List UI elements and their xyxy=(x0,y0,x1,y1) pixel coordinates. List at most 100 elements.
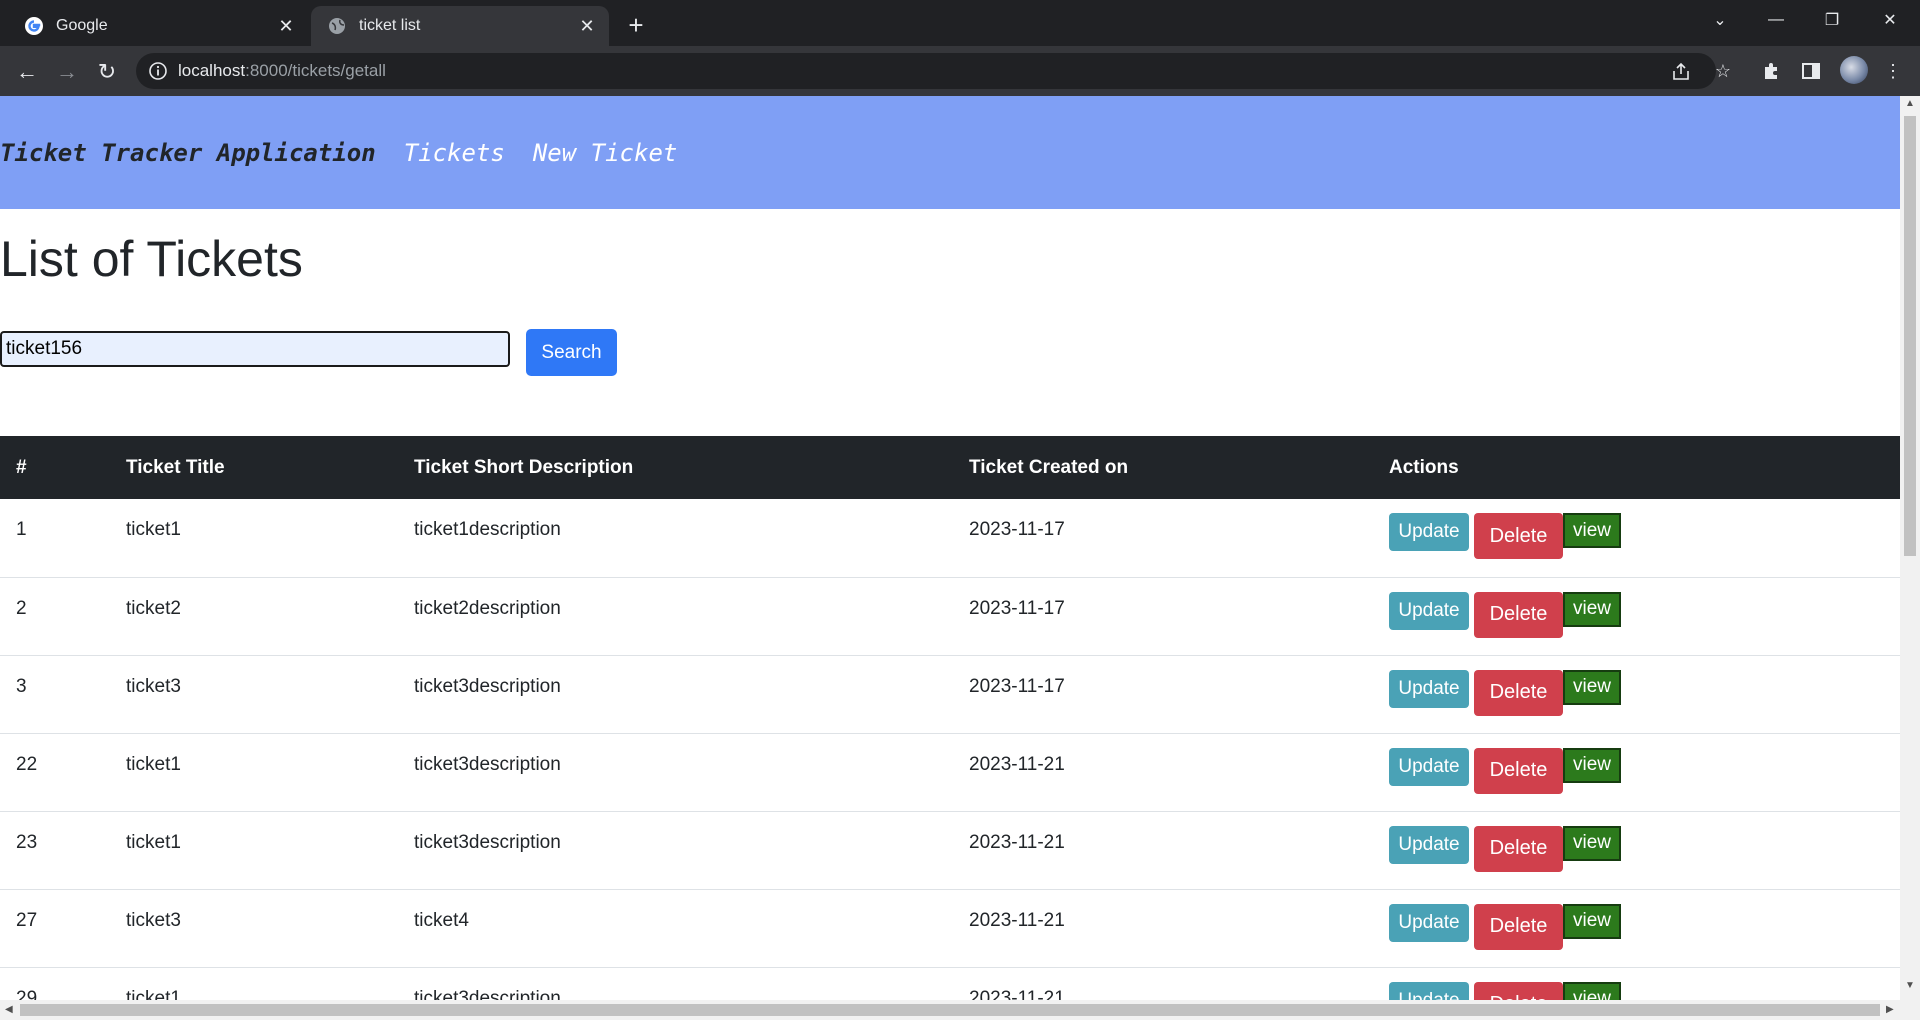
ticket-id-cell: 3 xyxy=(0,655,110,734)
scroll-thumb[interactable] xyxy=(1904,116,1916,556)
view-button[interactable]: view xyxy=(1563,825,1621,861)
forward-icon[interactable]: → xyxy=(50,55,84,89)
delete-button[interactable]: Delete xyxy=(1474,591,1563,638)
ticket-description-cell: ticket1description xyxy=(398,499,953,578)
delete-button[interactable]: Delete xyxy=(1474,747,1563,794)
scroll-left-icon[interactable]: ◀ xyxy=(5,1004,13,1015)
url-path: :8000/tickets/getall xyxy=(245,61,386,80)
new-tab-icon[interactable]: + xyxy=(620,9,652,41)
side-panel-icon[interactable] xyxy=(1798,58,1824,84)
ticket-id-cell: 1 xyxy=(0,499,110,578)
actions-cell: UpdateDeleteview xyxy=(1373,889,1900,968)
table-row: 27 ticket3 ticket4 2023-11-21 Update Delete vi… xyxy=(0,889,1900,968)
search-button[interactable]: Search xyxy=(526,329,617,376)
update-button[interactable]: Update xyxy=(1389,981,1469,1000)
view-button[interactable]: view xyxy=(1563,747,1621,783)
actions-cell: Update Deleteview xyxy=(1373,967,1900,1000)
ticket-title-cell: ticket1 xyxy=(110,499,398,578)
minimize-icon[interactable]: — xyxy=(1748,0,1804,40)
update-button[interactable]: Update xyxy=(1389,825,1469,864)
table-row: 23 ticket1 ticket3description 2023-11-21 Upd… xyxy=(0,811,1900,890)
row-actions: UpdateDeleteview xyxy=(1389,591,1900,638)
ticket-title-cell: ticket3 xyxy=(110,655,398,734)
delete-button[interactable]: Delete xyxy=(1474,825,1563,872)
search-input[interactable] xyxy=(0,331,510,367)
scroll-thumb[interactable] xyxy=(20,1004,1880,1016)
update-button[interactable]: Update xyxy=(1389,903,1469,942)
update-button[interactable]: Update xyxy=(1389,669,1469,708)
row-actions: Update Deleteview xyxy=(1389,981,1900,1000)
ticket-created-cell: 2023-11-17 xyxy=(953,499,1373,578)
view-button[interactable]: view xyxy=(1563,513,1621,548)
url-host: localhost xyxy=(178,61,246,80)
table-row: 2 ticket2 ticket2description 2023-11-17 Upda… xyxy=(0,577,1900,656)
ticket-id-cell: 22 xyxy=(0,733,110,812)
back-icon[interactable]: ← xyxy=(10,55,44,89)
actions-cell: UpdateDeleteview xyxy=(1373,811,1900,890)
delete-button[interactable]: Delete xyxy=(1474,669,1563,716)
update-button[interactable]: Update xyxy=(1389,747,1469,786)
extensions-icon[interactable] xyxy=(1758,58,1784,84)
address-bar[interactable]: localhost:8000/tickets/getall xyxy=(136,53,1716,89)
delete-button[interactable]: Delete xyxy=(1474,513,1563,559)
url-text: localhost:8000/tickets/getall xyxy=(178,61,386,81)
view-button[interactable]: view xyxy=(1563,591,1621,627)
table-header-row: # Ticket Title Ticket Short Description … xyxy=(0,436,1900,499)
share-icon[interactable] xyxy=(1670,61,1692,83)
browser-tab-strip: Google ✕ ticket list ✕ + ⌄ — ❐ ✕ xyxy=(0,0,1920,46)
view-button[interactable]: view xyxy=(1563,669,1621,705)
window-close-icon[interactable]: ✕ xyxy=(1862,0,1918,40)
close-icon[interactable]: ✕ xyxy=(573,12,601,40)
ticket-description-cell: ticket4 xyxy=(398,889,953,968)
bookmark-star-icon[interactable]: ☆ xyxy=(1710,58,1736,84)
profile-avatar[interactable] xyxy=(1840,56,1868,84)
table-row: 3 ticket3 ticket3description 2023-11-17 Upda… xyxy=(0,655,1900,734)
update-button[interactable]: Update xyxy=(1389,591,1469,630)
scroll-right-icon[interactable]: ▶ xyxy=(1886,1004,1894,1015)
ticket-id-cell: 27 xyxy=(0,889,110,968)
nav-link-tickets[interactable]: Tickets xyxy=(404,139,505,167)
info-icon[interactable] xyxy=(148,61,168,81)
google-icon xyxy=(24,16,44,36)
page-title: List of Tickets xyxy=(0,231,303,287)
scroll-up-icon[interactable]: ▲ xyxy=(1905,98,1915,109)
ticket-created-cell: 2023-11-21 xyxy=(953,889,1373,968)
reload-icon[interactable]: ↻ xyxy=(90,55,124,89)
ticket-created-cell: 2023-11-17 xyxy=(953,655,1373,734)
nav-link-new-ticket[interactable]: New Ticket xyxy=(533,139,678,167)
view-button[interactable]: view xyxy=(1563,903,1621,939)
actions-cell: UpdateDeleteview xyxy=(1373,655,1900,734)
tab-search-icon[interactable]: ⌄ xyxy=(1692,0,1748,40)
ticket-id-cell: 29 xyxy=(0,967,110,1000)
table-row: 29 ticket1 ticket3description 2023-11-21 Upd… xyxy=(0,967,1900,1000)
ticket-title-cell: ticket1 xyxy=(110,811,398,890)
ticket-created-cell: 2023-11-21 xyxy=(953,811,1373,890)
page-viewport: Ticket Tracker Application Tickets New T… xyxy=(0,96,1900,1000)
ticket-title-cell: ticket1 xyxy=(110,967,398,1000)
menu-kebab-icon[interactable]: ⋮ xyxy=(1880,58,1906,84)
restore-icon[interactable]: ❐ xyxy=(1804,0,1860,40)
delete-button[interactable]: Delete xyxy=(1474,903,1563,950)
app-brand[interactable]: Ticket Tracker Application xyxy=(0,139,376,167)
table-row: 1 ticket1 ticket1description 2023-11-17 Upda… xyxy=(0,499,1900,578)
close-icon[interactable]: ✕ xyxy=(272,12,300,40)
row-actions: UpdateDeleteview xyxy=(1389,825,1900,872)
horizontal-scrollbar[interactable]: ◀ ▶ xyxy=(0,1000,1920,1020)
globe-icon xyxy=(327,16,347,36)
column-header: Actions xyxy=(1389,456,1459,478)
app-navbar: Ticket Tracker Application Tickets New T… xyxy=(0,96,1900,209)
tab-ticket-list[interactable]: ticket list ✕ xyxy=(311,6,609,46)
ticket-description-cell: ticket3description xyxy=(398,733,953,812)
scroll-down-icon[interactable]: ▼ xyxy=(1905,980,1915,991)
ticket-title-cell: ticket1 xyxy=(110,733,398,812)
ticket-created-cell: 2023-11-21 xyxy=(953,967,1373,1000)
tab-google[interactable]: Google ✕ xyxy=(8,6,308,46)
row-actions: UpdateDeleteview xyxy=(1389,669,1900,716)
vertical-scrollbar[interactable]: ▲ ▼ xyxy=(1900,96,1920,1000)
column-header: Ticket Created on xyxy=(969,456,1129,478)
ticket-created-cell: 2023-11-21 xyxy=(953,733,1373,812)
update-button[interactable]: Update xyxy=(1389,513,1469,551)
tab-title: ticket list xyxy=(359,17,421,34)
delete-button[interactable]: Delete xyxy=(1474,981,1563,1000)
view-button[interactable]: view xyxy=(1563,981,1621,1000)
